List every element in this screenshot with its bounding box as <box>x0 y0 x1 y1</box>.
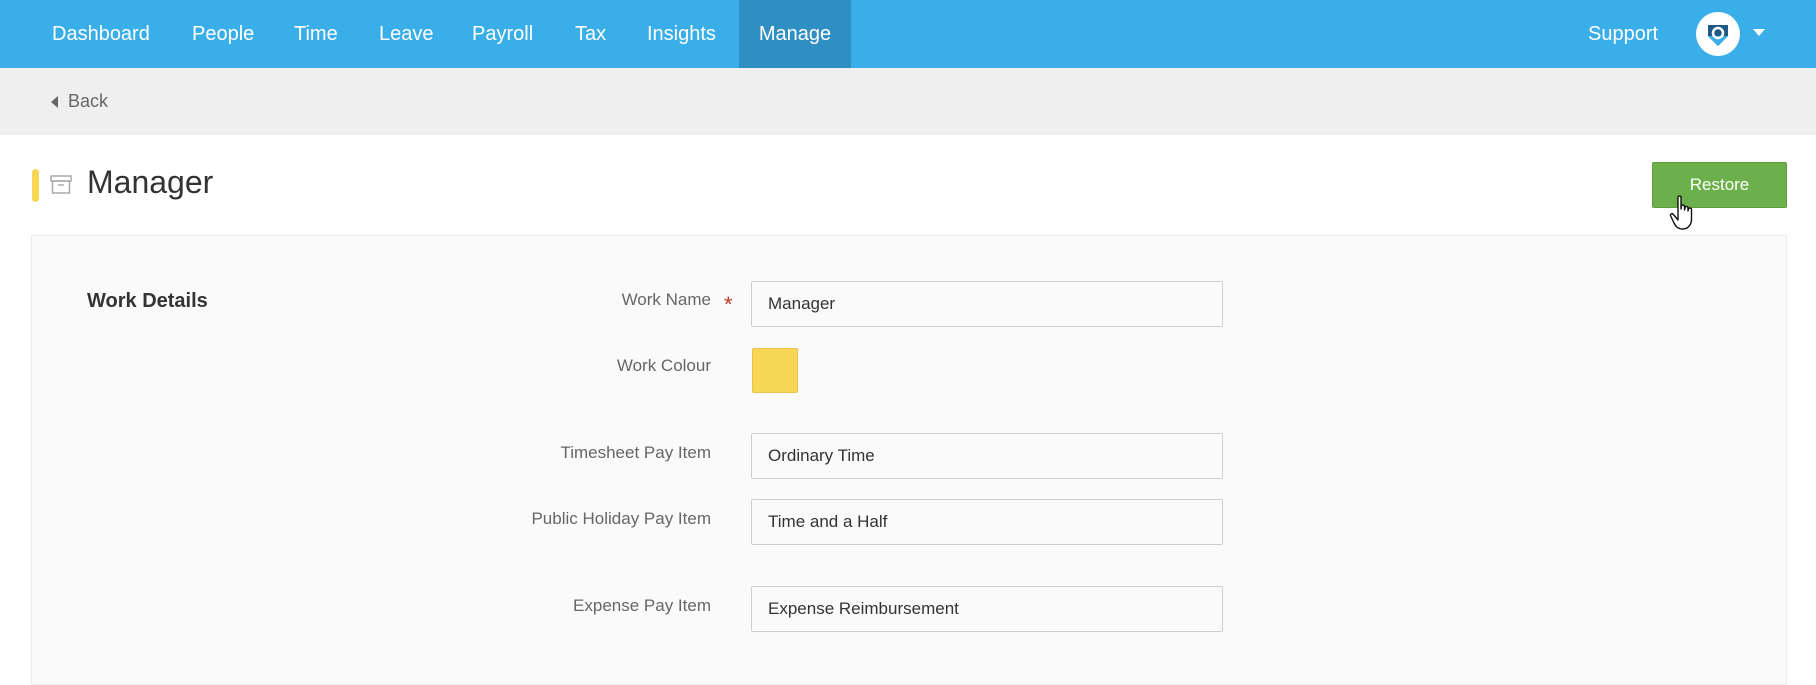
expense-pay-item-input[interactable]: Expense Reimbursement <box>751 586 1223 632</box>
nav-item-payroll[interactable]: Payroll <box>451 0 554 68</box>
hand-pointer-icon <box>1669 195 1693 230</box>
nav-item-insights[interactable]: Insights <box>626 0 737 68</box>
required-asterisk-icon: * <box>724 292 733 317</box>
top-navigation-bar: Dashboard People Time Leave Payroll Tax … <box>0 0 1816 68</box>
nav-item-people[interactable]: People <box>171 0 275 68</box>
user-avatar[interactable] <box>1696 12 1740 56</box>
back-link[interactable]: Back <box>51 68 108 135</box>
nav-item-manage[interactable]: Manage <box>739 0 851 68</box>
archive-icon <box>50 175 72 194</box>
section-title: Work Details <box>87 290 208 312</box>
work-colour-indicator <box>32 169 39 202</box>
support-link[interactable]: Support <box>1588 0 1658 68</box>
work-name-label: Work Name <box>621 290 711 309</box>
expense-pay-item-label: Expense Pay Item <box>573 596 711 615</box>
nav-item-tax[interactable]: Tax <box>554 0 627 68</box>
sub-navigation-bar: Back <box>0 68 1816 135</box>
timesheet-pay-item-label: Timesheet Pay Item <box>560 443 711 462</box>
public-holiday-pay-item-label: Public Holiday Pay Item <box>531 509 711 528</box>
heart-shield-icon <box>1708 25 1728 46</box>
timesheet-pay-item-input[interactable]: Ordinary Time <box>751 433 1223 479</box>
work-name-input[interactable]: Manager <box>751 281 1223 327</box>
work-colour-swatch[interactable] <box>752 348 798 393</box>
nav-item-time[interactable]: Time <box>273 0 359 68</box>
work-colour-label: Work Colour <box>616 356 711 375</box>
back-label: Back <box>68 91 109 111</box>
nav-item-leave[interactable]: Leave <box>358 0 455 68</box>
public-holiday-pay-item-input[interactable]: Time and a Half <box>751 499 1223 545</box>
chevron-left-icon <box>51 95 58 108</box>
nav-item-dashboard[interactable]: Dashboard <box>31 0 171 68</box>
page-title: Manager <box>87 164 214 200</box>
chevron-down-icon[interactable] <box>1753 29 1765 36</box>
